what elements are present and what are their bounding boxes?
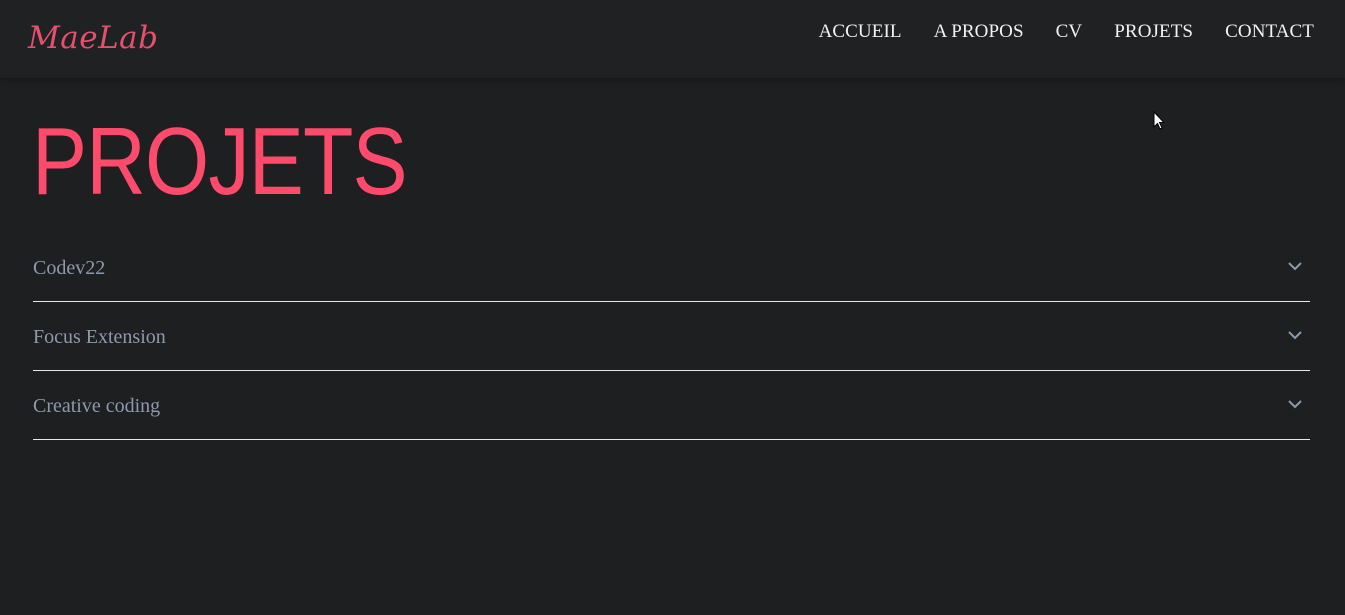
accordion-item-creative-coding[interactable]: Creative coding (33, 371, 1310, 440)
nav-link-accueil[interactable]: ACCUEIL (819, 20, 902, 44)
chevron-down-icon[interactable] (1287, 260, 1303, 272)
accordion-item-label: Focus Extension (33, 326, 166, 348)
accordion-item-codev22[interactable]: Codev22 (33, 233, 1310, 302)
accordion-item-label: Codev22 (33, 257, 106, 279)
nav-link-a-propos[interactable]: A PROPOS (934, 20, 1024, 44)
main-nav: ACCUEIL A PROPOS CV PROJETS CONTACT (819, 20, 1314, 44)
nav-item-accueil: ACCUEIL (819, 20, 902, 44)
chevron-down-icon[interactable] (1287, 398, 1303, 410)
nav-item-projets: PROJETS (1114, 20, 1193, 44)
site-logo[interactable]: MaeLab (28, 18, 158, 58)
accordion-item-focus-extension[interactable]: Focus Extension (33, 302, 1310, 371)
projects-accordion: Codev22 Focus Extension Creative coding (33, 233, 1310, 440)
nav-item-contact: CONTACT (1225, 20, 1314, 44)
nav-item-cv: CV (1056, 20, 1083, 44)
mouse-cursor-icon (1153, 111, 1165, 130)
top-header: MaeLab ACCUEIL A PROPOS CV PROJETS CONTA… (0, 0, 1345, 78)
nav-item-a-propos: A PROPOS (934, 20, 1024, 44)
nav-link-cv[interactable]: CV (1056, 20, 1083, 44)
accordion-item-label: Creative coding (33, 395, 161, 417)
page-title: PROJETS (32, 108, 408, 215)
nav-link-projets[interactable]: PROJETS (1114, 20, 1193, 44)
nav-link-contact[interactable]: CONTACT (1225, 20, 1314, 44)
chevron-down-icon[interactable] (1287, 329, 1303, 341)
